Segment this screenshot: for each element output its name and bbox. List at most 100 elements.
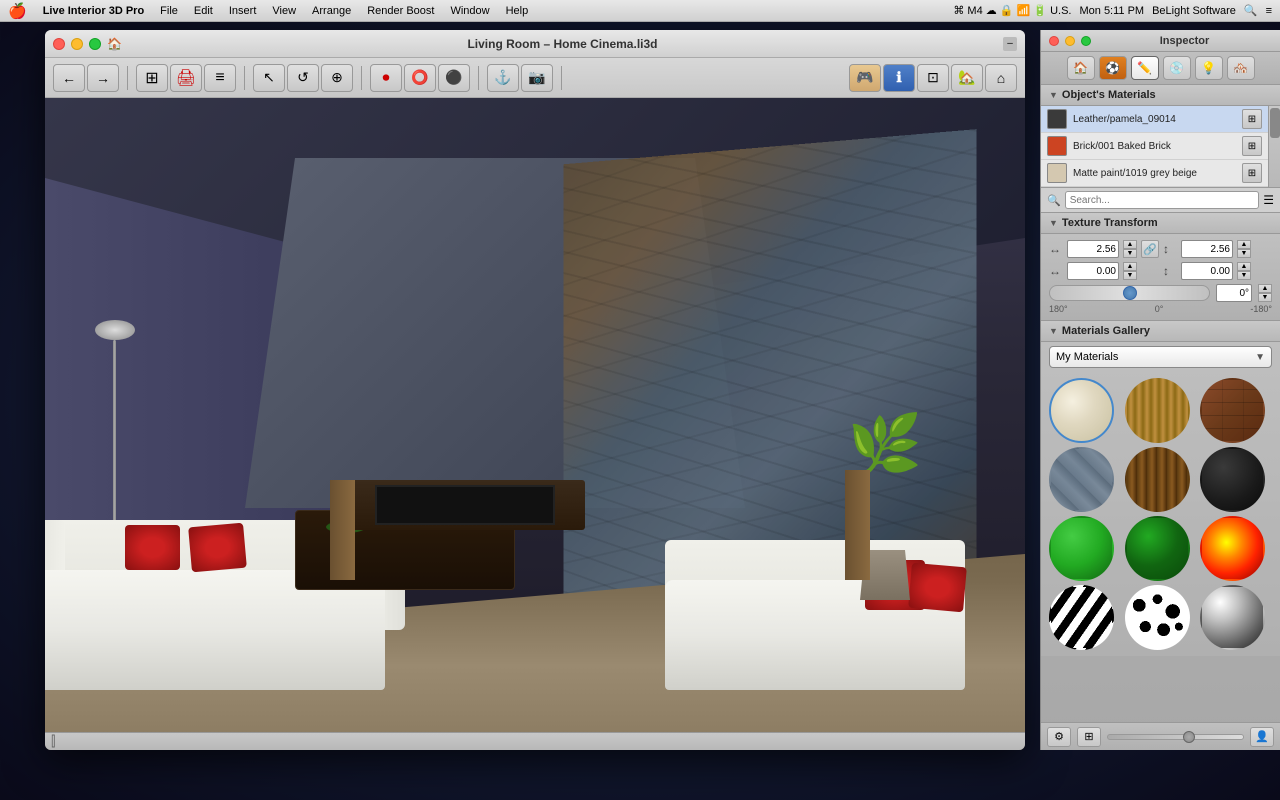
gallery-item-chrome[interactable]	[1200, 585, 1265, 650]
angle-input[interactable]	[1216, 284, 1252, 302]
inspector-zoom-slider[interactable]	[1107, 734, 1244, 740]
menu-insert[interactable]: Insert	[229, 5, 257, 17]
menubar-right: ⌘ M4 ☁ 🔒 📶 🔋 U.S. Mon 5:11 PM BeLight So…	[953, 4, 1272, 17]
inspector-max-button[interactable]	[1081, 36, 1091, 46]
gallery-item-spots[interactable]	[1125, 585, 1190, 650]
inspector-tab-scene[interactable]: 🏘️	[1227, 56, 1255, 80]
window-close-button[interactable]	[53, 38, 65, 50]
gallery-item-cream[interactable]	[1049, 378, 1114, 443]
window-maximize-button[interactable]	[89, 38, 101, 50]
materials-scrollbar-thumb[interactable]	[1270, 108, 1280, 138]
scale-x-stepper[interactable]: ▲ ▼	[1123, 240, 1137, 258]
inspector-tab-model[interactable]: 💿	[1163, 56, 1191, 80]
material-item-2[interactable]: Matte paint/1019 grey beige ⊞	[1041, 160, 1268, 187]
print-btn[interactable]: 🖨	[170, 64, 202, 92]
camera-btn[interactable]: 📷	[521, 64, 553, 92]
inspector-grid-btn[interactable]: ⊞	[1077, 727, 1101, 747]
viewport-3d[interactable]: 🌿 ⫿	[45, 98, 1025, 750]
link-scale-btn[interactable]: 🔗	[1141, 240, 1159, 258]
scale-y-up[interactable]: ▲	[1237, 240, 1251, 249]
material-item-1[interactable]: Brick/001 Baked Brick ⊞	[1041, 133, 1268, 160]
material-edit-btn-2[interactable]: ⊞	[1242, 163, 1262, 183]
gallery-item-fire[interactable]	[1200, 516, 1265, 581]
texture-transform-label: Texture Transform	[1062, 217, 1158, 229]
gallery-item-dark[interactable]	[1200, 447, 1265, 512]
offset-x-stepper[interactable]: ▲ ▼	[1123, 262, 1137, 280]
menu-view[interactable]: View	[272, 5, 296, 17]
frame-btn[interactable]: ⊡	[917, 64, 949, 92]
gallery-item-wood-dark[interactable]	[1125, 447, 1190, 512]
inspector-close-button[interactable]	[1049, 36, 1059, 46]
offset-y-stepper[interactable]: ▲ ▼	[1237, 262, 1251, 280]
gallery-item-zebra[interactable]	[1049, 585, 1114, 650]
inspector-tab-light[interactable]: 💡	[1195, 56, 1223, 80]
material-options-icon[interactable]: ☰	[1263, 193, 1274, 207]
scale-x-up[interactable]: ▲	[1123, 240, 1137, 249]
anchor-btn[interactable]: ⚓	[487, 64, 519, 92]
gallery-dropdown[interactable]: My Materials ▼	[1049, 346, 1272, 368]
gallery-item-wood-light[interactable]	[1125, 378, 1190, 443]
pan-tool-btn[interactable]: ↺	[287, 64, 319, 92]
record-filled-btn[interactable]: ⚫	[438, 64, 470, 92]
offset-x-up[interactable]: ▲	[1123, 262, 1137, 271]
offset-y-input[interactable]	[1181, 262, 1233, 280]
offset-x-input[interactable]	[1067, 262, 1119, 280]
menu-edit[interactable]: Edit	[194, 5, 213, 17]
home-view-btn[interactable]: 🏡	[951, 64, 983, 92]
inspector-settings-btn[interactable]: ⚙	[1047, 727, 1071, 747]
record-btn[interactable]: ⏺	[370, 64, 402, 92]
inspector-tab-material[interactable]: ⚽	[1099, 56, 1127, 80]
menu-help[interactable]: Help	[506, 5, 529, 17]
materials-scrollbar[interactable]	[1268, 106, 1280, 187]
move-tool-btn[interactable]: ⊕	[321, 64, 353, 92]
back-button[interactable]: ←	[53, 64, 85, 92]
gallery-item-stone[interactable]	[1049, 447, 1114, 512]
offset-y-down[interactable]: ▼	[1237, 271, 1251, 280]
offset-x-down[interactable]: ▼	[1123, 271, 1137, 280]
sofa-right[interactable]	[665, 520, 985, 690]
menu-window[interactable]: Window	[450, 5, 489, 17]
material-edit-btn-1[interactable]: ⊞	[1242, 136, 1262, 156]
scale-x-input[interactable]	[1067, 240, 1119, 258]
material-edit-btn-0[interactable]: ⊞	[1242, 109, 1262, 129]
record-outline-btn[interactable]: ⭕	[404, 64, 436, 92]
gallery-item-green-dark[interactable]	[1125, 516, 1190, 581]
layout-btn[interactable]: ≡	[204, 64, 236, 92]
select-tool-btn[interactable]: ↖	[253, 64, 285, 92]
inspector-min-button[interactable]	[1065, 36, 1075, 46]
menu-file[interactable]: File	[160, 5, 178, 17]
apple-menu[interactable]: 🍎	[8, 2, 27, 20]
gallery-item-brick[interactable]	[1200, 378, 1265, 443]
scale-y-stepper[interactable]: ▲ ▼	[1237, 240, 1251, 258]
scale-y-down[interactable]: ▼	[1237, 249, 1251, 258]
offset-y-up[interactable]: ▲	[1237, 262, 1251, 271]
gallery-item-green-bright[interactable]	[1049, 516, 1114, 581]
info-btn[interactable]: ℹ	[883, 64, 915, 92]
angle-up[interactable]: ▲	[1258, 284, 1272, 293]
material-search-input[interactable]	[1065, 191, 1260, 209]
angle-slider[interactable]	[1049, 285, 1210, 301]
menu-app[interactable]: Live Interior 3D Pro	[43, 5, 144, 17]
window-minimize-button[interactable]	[71, 38, 83, 50]
3d-navigate-btn[interactable]: 🎮	[849, 64, 881, 92]
angle-slider-thumb[interactable]	[1123, 286, 1137, 300]
scale-x-down[interactable]: ▼	[1123, 249, 1137, 258]
scale-y-input[interactable]	[1181, 240, 1233, 258]
menu-controls-icon[interactable]: ≡	[1266, 5, 1272, 17]
forward-button[interactable]: →	[87, 64, 119, 92]
menu-render[interactable]: Render Boost	[367, 5, 434, 17]
material-item-0[interactable]: Leather/pamela_09014 ⊞	[1041, 106, 1268, 133]
inspector-tab-home[interactable]: 🏠	[1067, 56, 1095, 80]
inspector-zoom-thumb[interactable]	[1183, 731, 1195, 743]
materials-list[interactable]: Leather/pamela_09014 ⊞ Brick/001 Baked B…	[1041, 106, 1280, 188]
inspector-person-btn[interactable]: 👤	[1250, 727, 1274, 747]
window-scroll-right[interactable]: –	[1003, 37, 1017, 51]
floorplan-view-btn[interactable]: ⊞	[136, 64, 168, 92]
fullscreen-btn[interactable]: ⌂	[985, 64, 1017, 92]
menu-arrange[interactable]: Arrange	[312, 5, 351, 17]
inspector-tab-texture[interactable]: ✏️	[1131, 56, 1159, 80]
angle-stepper[interactable]: ▲ ▼	[1258, 284, 1272, 302]
speaker-right	[845, 470, 870, 580]
menu-search-icon[interactable]: 🔍	[1244, 4, 1258, 17]
angle-down[interactable]: ▼	[1258, 293, 1272, 302]
